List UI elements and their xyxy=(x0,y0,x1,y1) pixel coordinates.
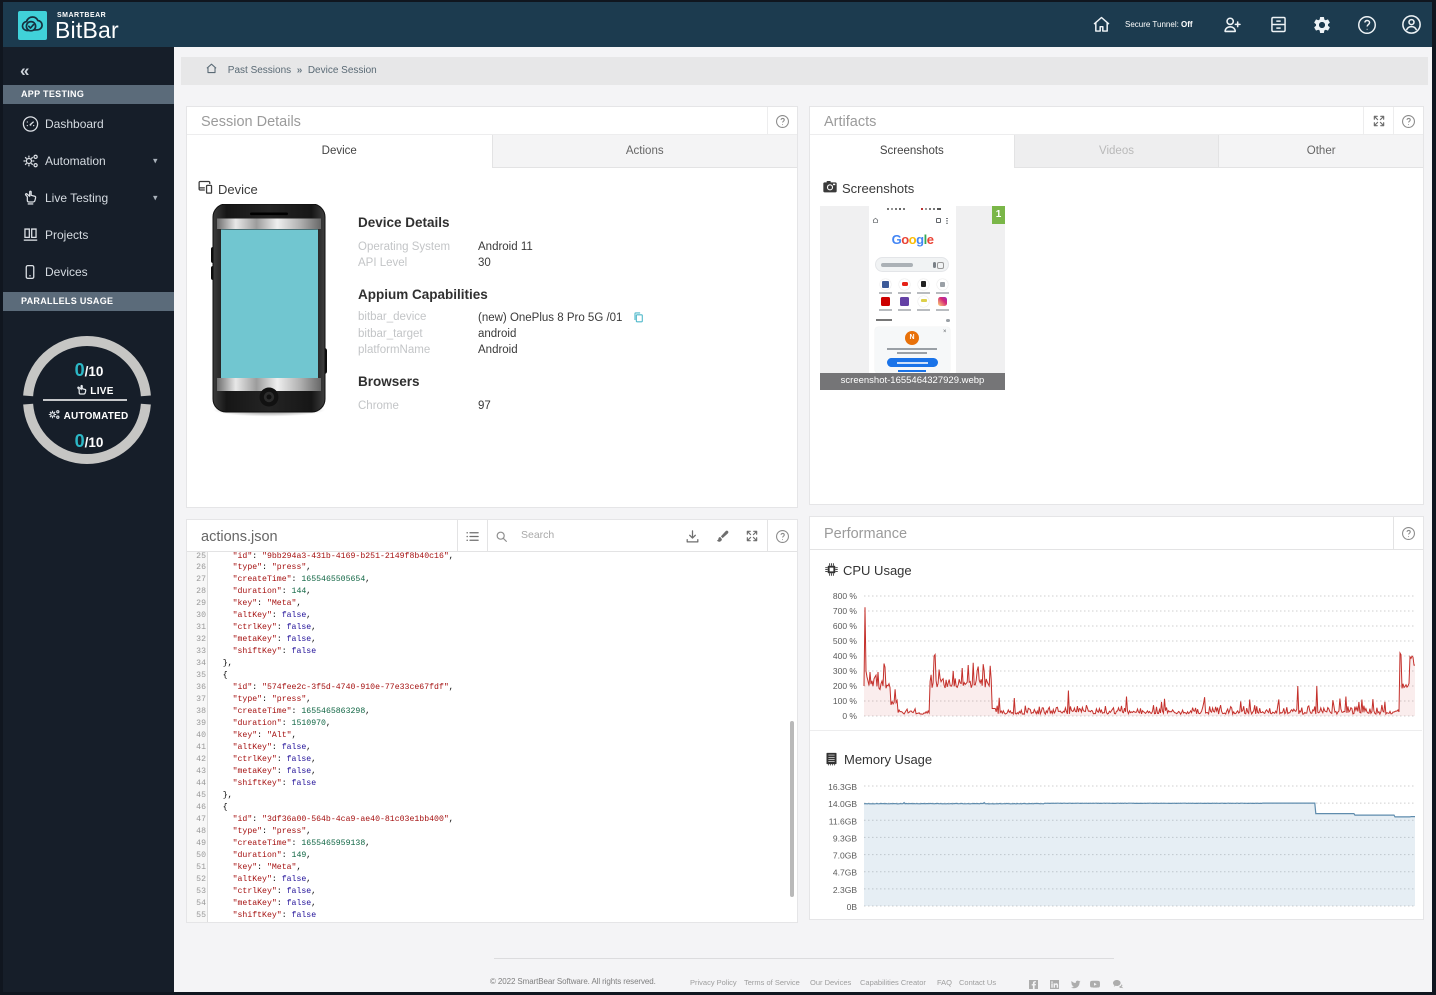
svg-text:LIVE: LIVE xyxy=(90,386,113,397)
svg-text:0B: 0B xyxy=(847,902,858,912)
svg-text:16.3GB: 16.3GB xyxy=(828,782,857,792)
svg-text:2.3GB: 2.3GB xyxy=(833,885,857,895)
svg-text:0/10: 0/10 xyxy=(75,360,104,380)
svg-text:0 %: 0 % xyxy=(842,711,857,721)
svg-text:4.7GB: 4.7GB xyxy=(833,868,857,878)
svg-text:200 %: 200 % xyxy=(833,681,858,691)
svg-text:9.3GB: 9.3GB xyxy=(833,833,857,843)
svg-text:0/10: 0/10 xyxy=(75,431,104,451)
svg-text:300 %: 300 % xyxy=(833,666,858,676)
svg-text:AUTOMATED: AUTOMATED xyxy=(64,411,129,422)
svg-text:800 %: 800 % xyxy=(833,591,858,601)
svg-text:11.6GB: 11.6GB xyxy=(829,816,858,826)
svg-text:7.0GB: 7.0GB xyxy=(833,851,857,861)
svg-text:700 %: 700 % xyxy=(833,606,858,616)
svg-text:400 %: 400 % xyxy=(833,651,858,661)
svg-text:600 %: 600 % xyxy=(833,621,858,631)
svg-text:100 %: 100 % xyxy=(833,696,858,706)
svg-text:14.0GB: 14.0GB xyxy=(828,799,857,809)
svg-text:500 %: 500 % xyxy=(833,636,858,646)
